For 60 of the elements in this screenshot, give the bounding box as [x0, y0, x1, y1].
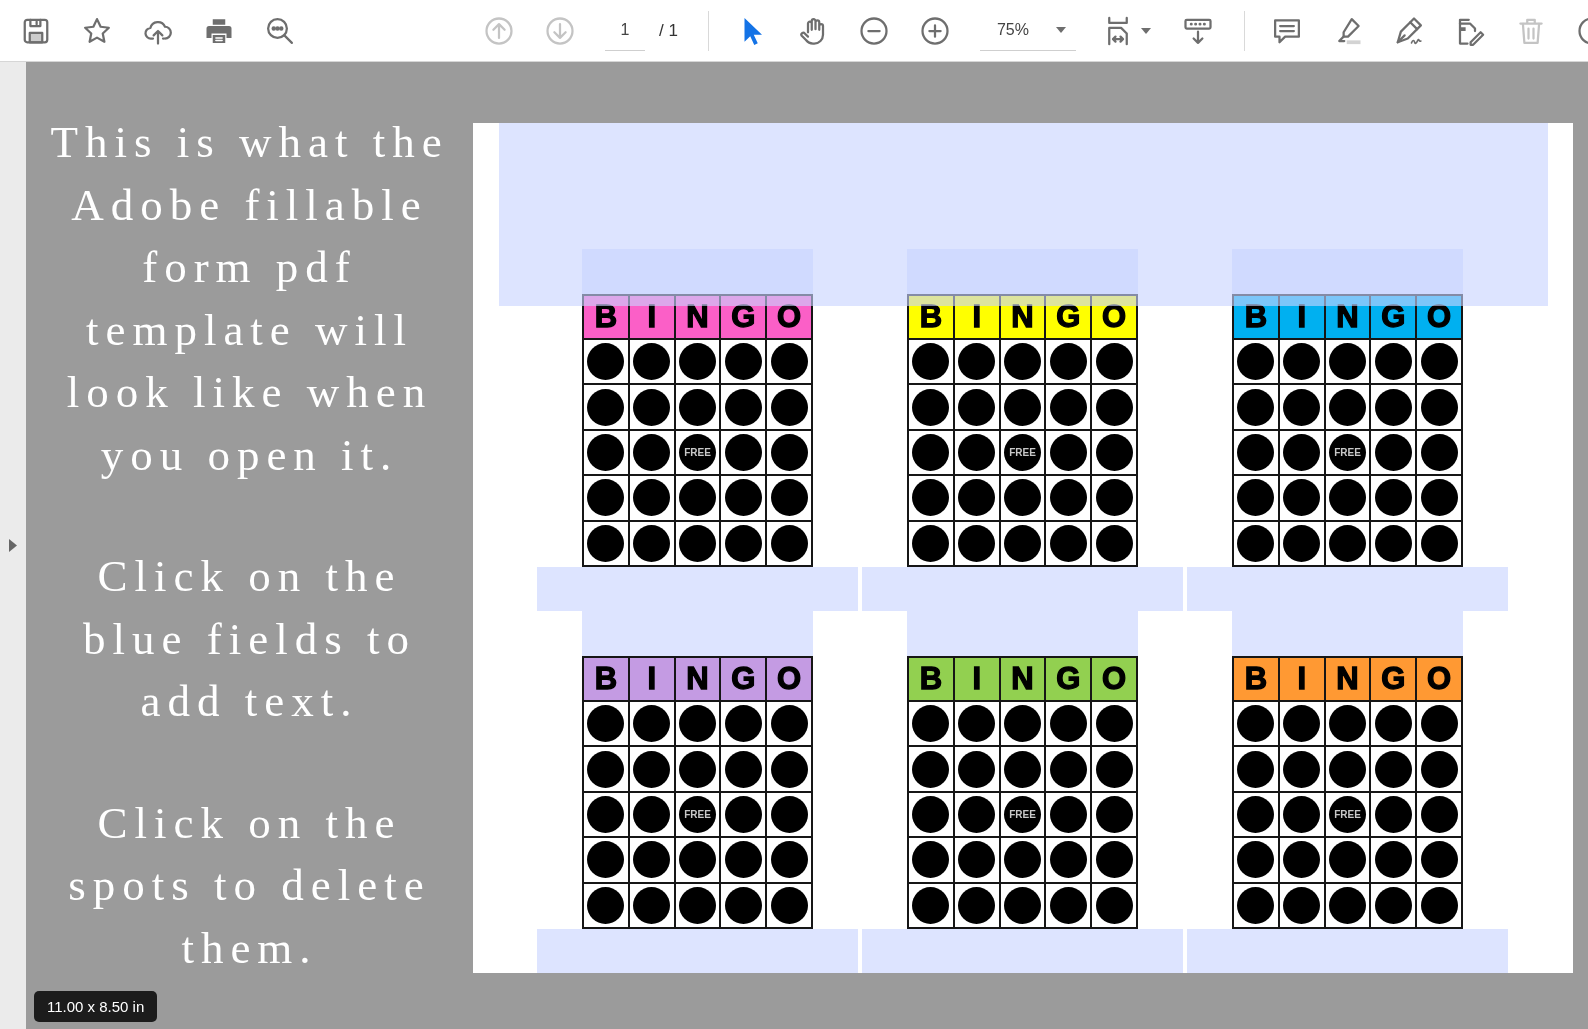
free-spot[interactable]: FREE	[679, 434, 716, 471]
bingo-letter: G	[1046, 296, 1093, 338]
bingo-letter: B	[1234, 296, 1280, 338]
bingo-letter: I	[1279, 658, 1326, 700]
bingo-letter: G	[1046, 658, 1093, 700]
free-spot[interactable]: FREE	[1329, 434, 1366, 471]
bingo-letter: B	[584, 296, 630, 338]
page-size-label: 11.00 x 8.50 in	[34, 991, 158, 1022]
zoom-out-icon[interactable]	[858, 15, 889, 46]
bingo-letter: B	[909, 296, 955, 338]
text-field[interactable]	[907, 611, 1138, 656]
bingo-letter: G	[1371, 658, 1418, 700]
instruction-text: This is what the Adobe fillable form pdf template will look like when you open it.	[50, 116, 449, 482]
instruction-text: Click on the blue fields to add text.	[83, 550, 416, 728]
free-spot[interactable]: FREE	[1004, 796, 1041, 833]
bingo-letter: I	[629, 658, 676, 700]
bingo-letter: B	[584, 658, 630, 700]
text-field[interactable]	[862, 929, 1183, 973]
search-icon[interactable]	[265, 15, 295, 46]
instruction-text: Click on the spots to delete them.	[68, 796, 431, 975]
text-field[interactable]	[1232, 611, 1463, 656]
page-count: / 1	[659, 20, 678, 41]
bingo-letter: I	[954, 296, 1001, 338]
bingo-letter: N	[1325, 658, 1372, 700]
caret-icon[interactable]	[9, 539, 17, 552]
bingo-letter: G	[1371, 296, 1418, 338]
bingo-letter: G	[721, 658, 768, 700]
bingo-letter: B	[1234, 658, 1280, 700]
star-icon[interactable]	[82, 15, 112, 46]
bingo-letter: O	[776, 298, 803, 336]
bingo-letter: N	[1325, 296, 1372, 338]
text-field[interactable]	[1187, 567, 1508, 611]
bingo-letter: B	[909, 658, 955, 700]
bingo-letter: O	[1426, 660, 1453, 698]
bingo-letter: I	[954, 658, 1001, 700]
zoom-field[interactable]: 75%	[979, 10, 1076, 51]
text-field[interactable]	[537, 929, 858, 973]
free-spot[interactable]: FREE	[1329, 796, 1366, 833]
bingo-letter: I	[1279, 296, 1326, 338]
free-spot[interactable]: FREE	[1004, 434, 1041, 471]
bingo-letter: N	[675, 658, 722, 700]
bingo-letter: O	[1426, 298, 1453, 336]
zoom-in-icon[interactable]	[919, 15, 950, 46]
bingo-letter: O	[1101, 298, 1128, 336]
text-field[interactable]	[862, 567, 1183, 611]
bingo-letter: G	[721, 296, 768, 338]
bingo-letter: O	[776, 660, 803, 698]
text-field[interactable]	[1187, 929, 1508, 973]
bingo-letter: N	[1000, 658, 1047, 700]
caret-icon[interactable]	[1055, 27, 1066, 33]
bingo-letter: I	[629, 296, 676, 338]
bingo-letter: N	[675, 296, 722, 338]
caret-icon[interactable]	[1140, 27, 1151, 34]
text-field[interactable]	[582, 611, 813, 656]
page-number-field[interactable]: 1	[605, 10, 645, 51]
free-spot[interactable]: FREE	[679, 796, 716, 833]
text-field[interactable]	[499, 123, 1548, 306]
bingo-letter: O	[1101, 660, 1128, 698]
bingo-letter: N	[1000, 296, 1047, 338]
text-field[interactable]	[537, 567, 858, 611]
